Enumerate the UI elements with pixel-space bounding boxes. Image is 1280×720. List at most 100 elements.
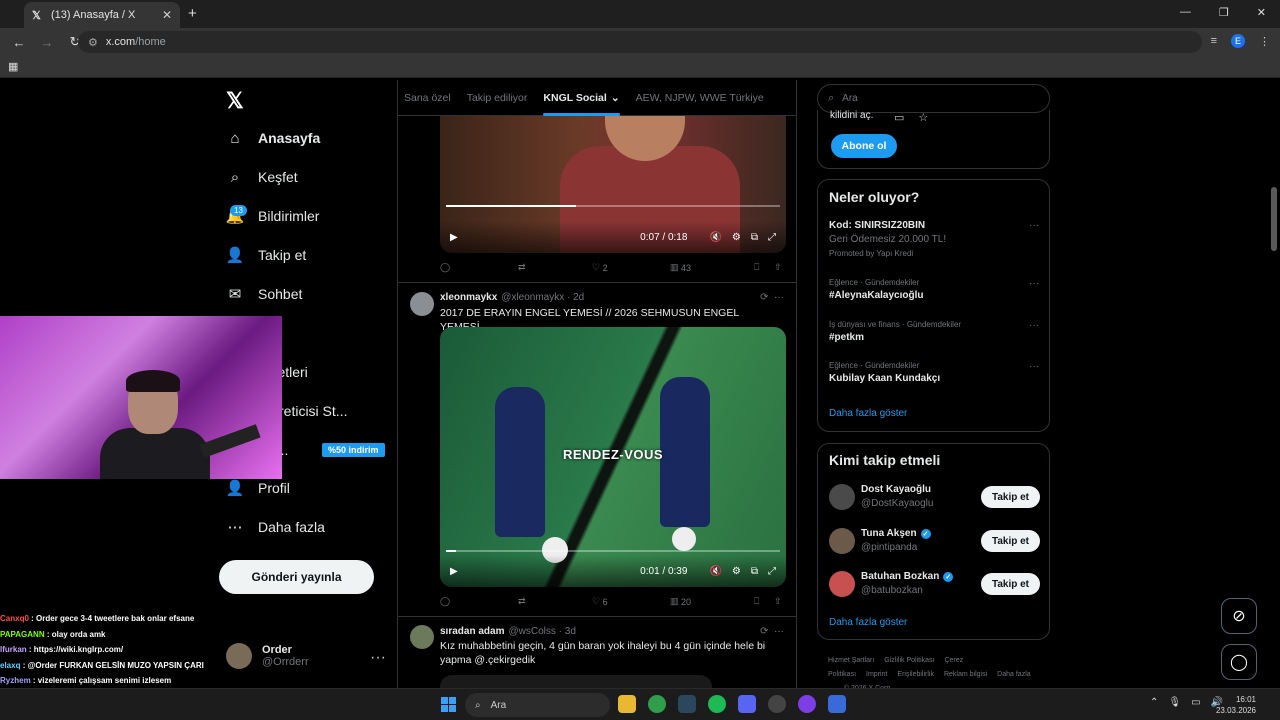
mic-icon[interactable]: 🎙 [1168, 697, 1181, 708]
chrome-icon[interactable] [648, 695, 666, 713]
footer-link[interactable]: Reklam bilgisi [944, 671, 987, 678]
nav-item[interactable]: ✉ Sohbet [226, 285, 303, 303]
follow-button[interactable]: Takip et [981, 486, 1040, 508]
nav-item[interactable]: ⌕ Keşfet [226, 168, 298, 186]
windows-start-icon[interactable] [441, 697, 456, 712]
video-progress-bar[interactable] [446, 550, 780, 552]
video-player[interactable]: RENDEZ-VOUS ▶ 0:01 / 0:39 🔇 ⚙ ⧉ ⤢ [440, 327, 786, 587]
avatar[interactable] [829, 528, 855, 554]
more-dots-icon[interactable]: ··· [1029, 220, 1039, 231]
fullscreen-icon[interactable]: ⤢ [768, 566, 776, 577]
grok-fab-icon[interactable]: ⊘ [1221, 598, 1257, 634]
who-to-follow-row[interactable]: Dost Kayaoğlu @DostKayaoglu Takip et [829, 482, 1040, 512]
pip-icon[interactable]: ⧉ [751, 566, 758, 577]
follow-button[interactable]: Takip et [981, 530, 1040, 552]
back-icon[interactable]: ← [10, 35, 28, 50]
footer-link[interactable]: Hizmet Şartları [828, 657, 874, 664]
who-to-follow-row[interactable]: Batuhan Bozkan ✓ @batubozkan Takip et [829, 569, 1040, 599]
more-dots-icon[interactable]: ⟳ ··· [760, 626, 784, 637]
obs-icon[interactable] [798, 695, 816, 713]
forward-icon[interactable]: → [38, 35, 56, 50]
nav-item[interactable]: ⌂ Anasayfa [226, 129, 320, 147]
footer-link[interactable]: Gizlilik Politikası [884, 657, 934, 664]
views-button[interactable]: ▥ 43 [670, 262, 754, 273]
post-author-name[interactable]: sıradan adam [440, 626, 504, 637]
footer-link[interactable]: Imprint [866, 671, 887, 678]
tab-close-icon[interactable]: ✕ [162, 8, 172, 22]
settings-icon[interactable]: ⚙ [732, 232, 741, 243]
timeline-tab[interactable]: KNGL Social ⌄ [543, 80, 620, 116]
trend-item[interactable]: İş dünyası ve finans · Gündemdekiler #pet… [829, 320, 1039, 343]
mute-icon[interactable]: 🔇 [709, 232, 721, 243]
mute-icon[interactable]: 🔇 [709, 566, 721, 577]
app-icon[interactable] [768, 695, 786, 713]
bookmark-icon[interactable]: ⎕ [754, 262, 774, 273]
reply-icon[interactable]: ◯ [440, 262, 518, 273]
retweet-icon[interactable]: ⇄ [518, 596, 592, 607]
more-dots-icon[interactable]: ··· [370, 649, 386, 667]
like-button[interactable]: ♡ 2 [592, 262, 670, 273]
restore-icon[interactable]: ❐ [1219, 6, 1229, 19]
messages-fab-icon[interactable]: ◯ [1221, 644, 1257, 680]
app-icon[interactable] [828, 695, 846, 713]
reply-icon[interactable]: ◯ [440, 596, 518, 607]
search-input[interactable]: ⌕ Ara [817, 84, 1050, 113]
tab-search-icon[interactable]: ≡ [1211, 35, 1217, 47]
pip-icon[interactable]: ⧉ [751, 232, 758, 243]
post-author-handle[interactable]: @wsColss [508, 626, 555, 637]
timeline-tab[interactable]: AEW, NJPW, WWE Türkiye [636, 80, 764, 116]
trends-show-more-link[interactable]: Daha fazla göster [829, 408, 907, 419]
avatar[interactable] [829, 571, 855, 597]
post-author-handle[interactable]: @xleonmaykx [501, 292, 564, 303]
more-dots-icon[interactable]: ··· [1029, 361, 1039, 372]
trend-item[interactable]: Kod: SINIRSIZ20BIN Geri Ödemesiz 20.000 T… [829, 220, 1039, 258]
x-logo-icon[interactable]: 𝕏 [226, 88, 244, 114]
play-icon[interactable]: ▶ [450, 232, 458, 243]
minimize-icon[interactable]: — [1180, 6, 1191, 19]
avatar[interactable] [410, 292, 434, 316]
browser-tab[interactable]: 𝕏 (13) Anasayfa / X ✕ [24, 2, 180, 28]
follow-button[interactable]: Takip et [981, 573, 1040, 595]
nav-item[interactable]: ⋯ Daha fazla [226, 518, 325, 536]
file-explorer-icon[interactable] [618, 695, 636, 713]
window-close-icon[interactable]: ✕ [1257, 6, 1266, 19]
settings-icon[interactable]: ⚙ [732, 566, 741, 577]
avatar[interactable] [410, 625, 434, 649]
post-age[interactable]: 2d [573, 292, 584, 303]
video-progress-bar[interactable] [446, 205, 780, 207]
more-dots-icon[interactable]: ··· [1029, 320, 1039, 331]
like-button[interactable]: ♡ 6 [592, 596, 670, 607]
footer-link[interactable]: Erişilebilirlik [897, 671, 934, 678]
timeline-tab[interactable]: Takip ediliyor [467, 80, 528, 116]
post-button[interactable]: Gönderi yayınla [219, 560, 374, 594]
post-media[interactable] [440, 675, 712, 688]
fullscreen-icon[interactable]: ⤢ [768, 232, 776, 243]
apps-grid-icon[interactable]: ▦ [8, 60, 18, 73]
nav-item[interactable]: 👤 Profil [226, 479, 290, 497]
tray-chevron-icon[interactable]: ⌃ [1150, 697, 1158, 708]
play-icon[interactable]: ▶ [450, 566, 458, 577]
share-icon[interactable]: ⇧ [774, 596, 782, 607]
views-button[interactable]: ▥ 20 [670, 596, 754, 607]
post-author-name[interactable]: xleonmaykx [440, 292, 497, 303]
avatar[interactable] [829, 484, 855, 510]
nav-item[interactable]: 👤 Takip et [226, 246, 307, 264]
spotify-icon[interactable] [708, 695, 726, 713]
trend-item[interactable]: Eğlence · Gündemdekiler #AleynaKalaycıoğl… [829, 278, 1039, 301]
taskbar-clock[interactable]: 16:01 23.03.2026 [1216, 694, 1256, 716]
taskbar-search[interactable]: ⌕ Ara [465, 693, 610, 717]
who-to-follow-row[interactable]: Tuna Akşen ✓ @pintipanda Takip et [829, 526, 1040, 556]
video-player[interactable]: ▶ 0:07 / 0:18 🔇 ⚙ ⧉ ⤢ [440, 116, 786, 253]
chevron-down-icon[interactable]: ⌄ [611, 92, 620, 104]
trend-item[interactable]: Eğlence · Gündemdekiler Kubilay Kaan Kund… [829, 361, 1039, 384]
page-scrollbar[interactable] [1271, 187, 1277, 251]
bookmark-icon[interactable]: ⎕ [754, 596, 774, 607]
who-show-more-link[interactable]: Daha fazla göster [829, 617, 907, 628]
discord-icon[interactable] [738, 695, 756, 713]
network-icon[interactable]: ▭ [1191, 697, 1200, 708]
subscribe-button[interactable]: Abone ol [831, 134, 897, 158]
share-icon[interactable]: ⇧ [774, 262, 782, 273]
timeline-tab[interactable]: Sana özel [404, 80, 451, 116]
url-field[interactable]: ⚙ x.com/home ▭ ☆ [78, 31, 1202, 124]
post-age[interactable]: 3d [565, 626, 576, 637]
